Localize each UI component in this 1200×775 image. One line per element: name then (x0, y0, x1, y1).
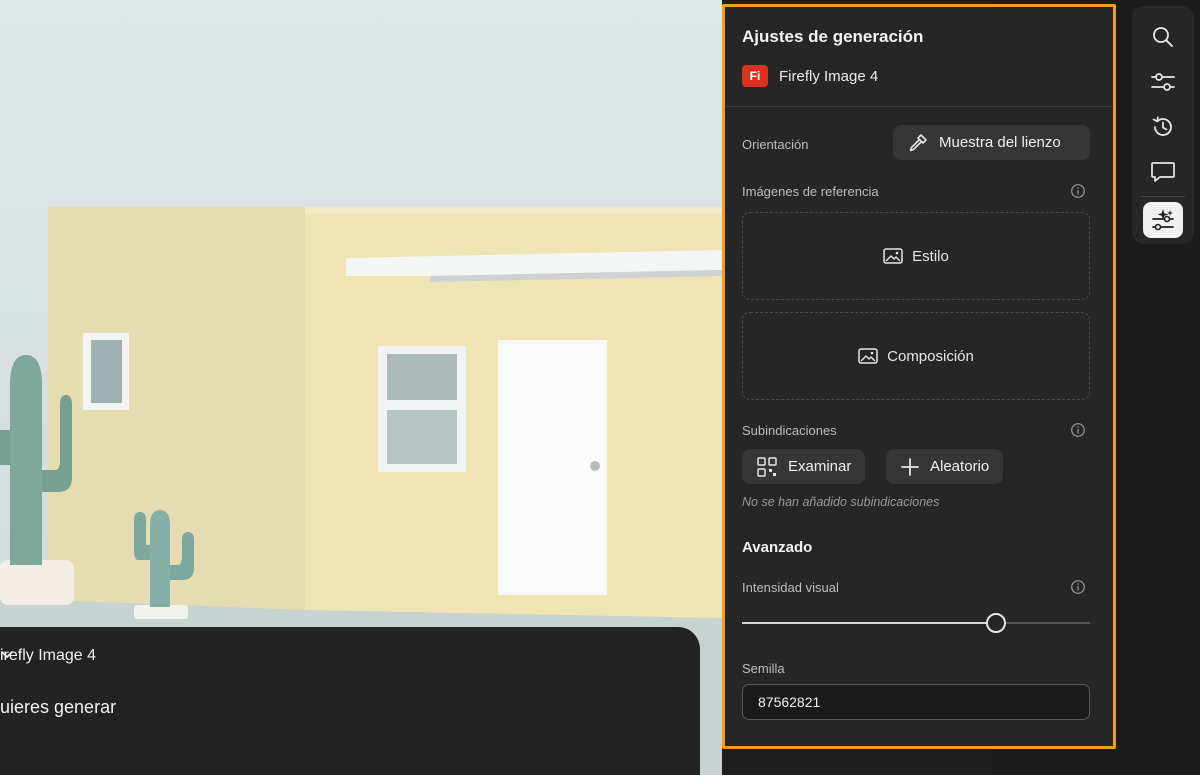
comments-tool-button[interactable] (1143, 154, 1183, 190)
info-icon[interactable] (1070, 183, 1086, 199)
style-reference-label: Estilo (912, 247, 949, 265)
image-icon (858, 348, 878, 364)
browse-button-label: Examinar (788, 458, 852, 475)
prompt-panel: irefly Image 4 uieres generar (0, 627, 700, 775)
subprompts-empty-hint: No se han añadido subindicaciones (742, 495, 940, 509)
visual-intensity-slider-fill (742, 622, 997, 624)
composition-reference-dropzone[interactable]: Composición (742, 312, 1090, 400)
visual-intensity-slider-thumb[interactable] (986, 613, 1007, 633)
chevron-down-icon (1, 651, 13, 659)
prompt-model-label: irefly Image 4 (0, 647, 97, 664)
prompt-input[interactable]: uieres generar (0, 697, 116, 718)
image-icon (883, 248, 903, 264)
style-reference-dropzone[interactable]: Estilo (742, 212, 1090, 300)
history-tool-button[interactable] (1143, 109, 1183, 145)
eyedropper-icon (909, 133, 927, 151)
composition-reference-label: Composición (887, 347, 974, 365)
qr-grid-icon (757, 456, 777, 477)
toolbar-divider (1141, 196, 1185, 197)
canvas-sample-button-label: Muestra del lienzo (939, 134, 1061, 151)
visual-intensity-label: Intensidad visual (742, 580, 839, 595)
reference-images-label: Imágenes de referencia (742, 184, 879, 199)
info-icon[interactable] (1070, 422, 1086, 438)
seed-input[interactable] (742, 684, 1090, 720)
firefly-badge-icon: Fi (742, 65, 768, 87)
generation-settings-tool-button[interactable] (1143, 202, 1183, 238)
history-icon (1152, 116, 1172, 136)
seed-label: Semilla (742, 661, 785, 676)
advanced-section-title: Avanzado (742, 539, 813, 556)
canvas[interactable]: irefly Image 4 uieres generar (0, 0, 722, 775)
search-tool-button[interactable] (1143, 19, 1183, 55)
generation-settings-icon (1152, 209, 1174, 231)
browse-button[interactable]: Examinar (742, 449, 866, 484)
model-selector[interactable]: Fi Firefly Image 4 (742, 65, 878, 87)
adjustments-tool-button[interactable] (1143, 64, 1183, 100)
canvas-sample-button[interactable]: Muestra del lienzo (893, 125, 1090, 160)
divider (725, 106, 1113, 107)
random-button-label: Aleatorio (930, 458, 990, 475)
prompt-model-selector[interactable]: irefly Image 4 (0, 647, 96, 665)
info-icon[interactable] (1070, 579, 1086, 595)
model-name: Firefly Image 4 (779, 67, 879, 85)
visual-intensity-slider[interactable] (742, 613, 1090, 633)
panel-title: Ajustes de generación (742, 27, 924, 46)
subprompts-label: Subindicaciones (742, 423, 837, 438)
orientation-label: Orientación (742, 137, 809, 152)
comment-icon (1151, 162, 1175, 182)
right-toolbar (1132, 6, 1194, 244)
search-icon (1153, 27, 1173, 47)
generation-settings-panel: Ajustes de generación Fi Firefly Image 4… (722, 4, 1116, 749)
plus-icon (901, 457, 919, 476)
random-button[interactable]: Aleatorio (886, 449, 1004, 484)
sliders-icon (1151, 73, 1175, 91)
